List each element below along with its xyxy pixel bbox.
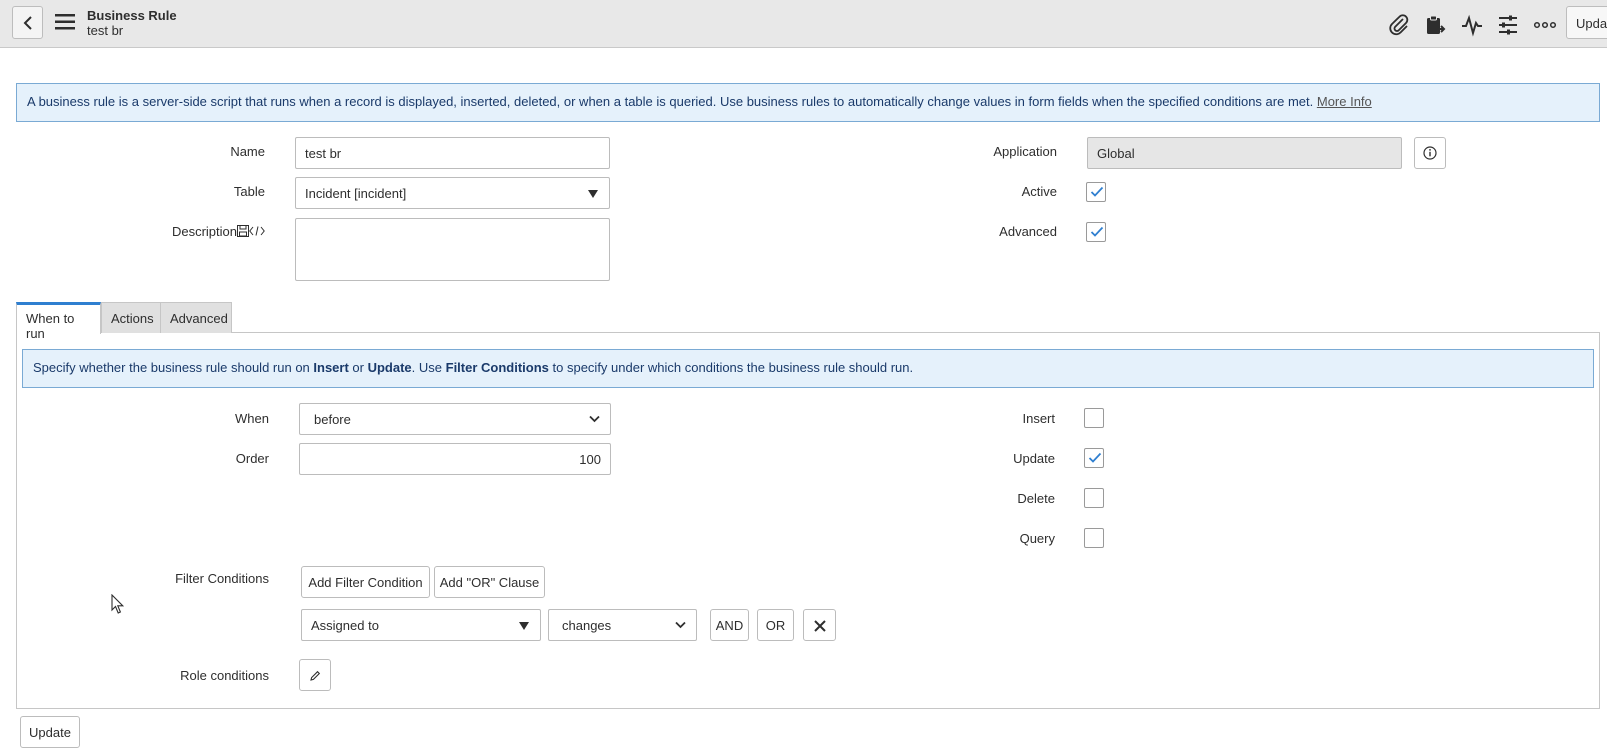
description-label: Description [150, 224, 265, 239]
sliders-icon[interactable] [1496, 13, 1520, 37]
insert-checkbox[interactable] [1084, 408, 1104, 428]
banner-filter-conditions: Filter Conditions [445, 360, 549, 375]
form-header: Business Rule test br Update [0, 0, 1607, 48]
more-info-link[interactable]: More Info [1317, 94, 1372, 109]
update-checkbox[interactable] [1084, 448, 1104, 468]
order-label: Order [235, 451, 269, 466]
clipboard-icon[interactable] [1423, 13, 1447, 37]
edit-role-conditions-button[interactable] [299, 659, 331, 691]
info-banner-text: A business rule is a server-side script … [27, 94, 1314, 109]
role-conditions-label: Role conditions [180, 668, 269, 683]
delete-label: Delete [1017, 491, 1055, 506]
insert-label: Insert [1022, 411, 1055, 426]
tab-advanced[interactable]: Advanced [160, 302, 232, 333]
query-checkbox[interactable] [1084, 528, 1104, 548]
table-label: Table [233, 184, 265, 199]
condition-operator-select[interactable]: changes [548, 609, 697, 641]
checkmark-icon [1090, 186, 1104, 197]
more-icon[interactable] [1533, 13, 1557, 37]
save-icon[interactable] [237, 225, 249, 237]
add-filter-condition-button[interactable]: Add Filter Condition [301, 566, 430, 598]
banner-update: Update [367, 360, 412, 375]
filter-conditions-label: Filter Conditions [175, 571, 269, 586]
tab-when-to-run[interactable]: When to run [16, 302, 101, 341]
active-label: Active [1021, 184, 1057, 199]
condition-field-select[interactable]: Assigned to [301, 609, 541, 641]
add-or-clause-button[interactable]: Add "OR" Clause [434, 566, 545, 598]
hamburger-menu-icon[interactable] [55, 14, 75, 30]
mouse-cursor-icon [111, 594, 125, 614]
active-checkbox[interactable] [1086, 182, 1106, 202]
delete-checkbox[interactable] [1084, 488, 1104, 508]
checkmark-icon [1088, 452, 1102, 463]
description-textarea[interactable] [295, 218, 610, 281]
form-title: Business Rule [87, 8, 177, 23]
code-icon[interactable] [249, 226, 265, 236]
description-label-text: Description [171, 224, 237, 239]
banner-text-3: . Use [411, 360, 446, 375]
form-subtitle: test br [87, 23, 124, 38]
name-label: Name [230, 144, 265, 159]
remove-condition-button[interactable] [803, 609, 836, 641]
query-label: Query [1019, 531, 1055, 546]
banner-text-2: or [348, 360, 368, 375]
and-condition-button[interactable]: AND [710, 609, 749, 641]
banner-insert: Insert [313, 360, 349, 375]
name-input[interactable]: test br [295, 137, 610, 169]
when-label: When [235, 411, 269, 426]
application-field: Global [1087, 137, 1402, 169]
chevron-down-icon [589, 415, 600, 423]
tab-actions[interactable]: Actions [101, 302, 161, 333]
activity-icon[interactable] [1460, 13, 1484, 37]
update-button[interactable]: Update [20, 716, 80, 748]
when-select[interactable]: before [299, 403, 611, 435]
chevron-down-icon [675, 621, 686, 629]
caret-down-icon [588, 190, 598, 198]
advanced-checkbox[interactable] [1086, 222, 1106, 242]
when-to-run-banner: Specify whether the business rule should… [22, 349, 1594, 388]
or-condition-button[interactable]: OR [757, 609, 794, 641]
table-select-value: Incident [incident] [305, 186, 407, 201]
info-icon [1423, 146, 1437, 160]
table-select[interactable]: Incident [incident] [295, 177, 610, 209]
paperclip-icon[interactable] [1387, 13, 1411, 37]
checkmark-icon [1090, 226, 1104, 237]
banner-text-1: Specify whether the business rule should… [33, 360, 314, 375]
info-banner: A business rule is a server-side script … [16, 83, 1600, 122]
caret-down-icon [519, 622, 529, 630]
update-label: Update [1013, 451, 1055, 466]
when-select-value: before [314, 412, 351, 427]
application-info-button[interactable] [1414, 137, 1446, 169]
chevron-left-icon [23, 16, 32, 30]
pencil-icon [310, 670, 321, 681]
back-button[interactable] [12, 6, 43, 39]
order-input[interactable]: 100 [299, 443, 611, 475]
header-update-button[interactable]: Update [1566, 6, 1607, 39]
close-icon [813, 620, 826, 632]
banner-text-4: to specify under which conditions the bu… [548, 360, 914, 375]
application-label: Application [993, 144, 1057, 159]
advanced-label: Advanced [999, 224, 1057, 239]
condition-operator-value: changes [562, 618, 612, 633]
tab-panel-when-to-run [16, 332, 1600, 709]
condition-field-value: Assigned to [311, 618, 379, 633]
